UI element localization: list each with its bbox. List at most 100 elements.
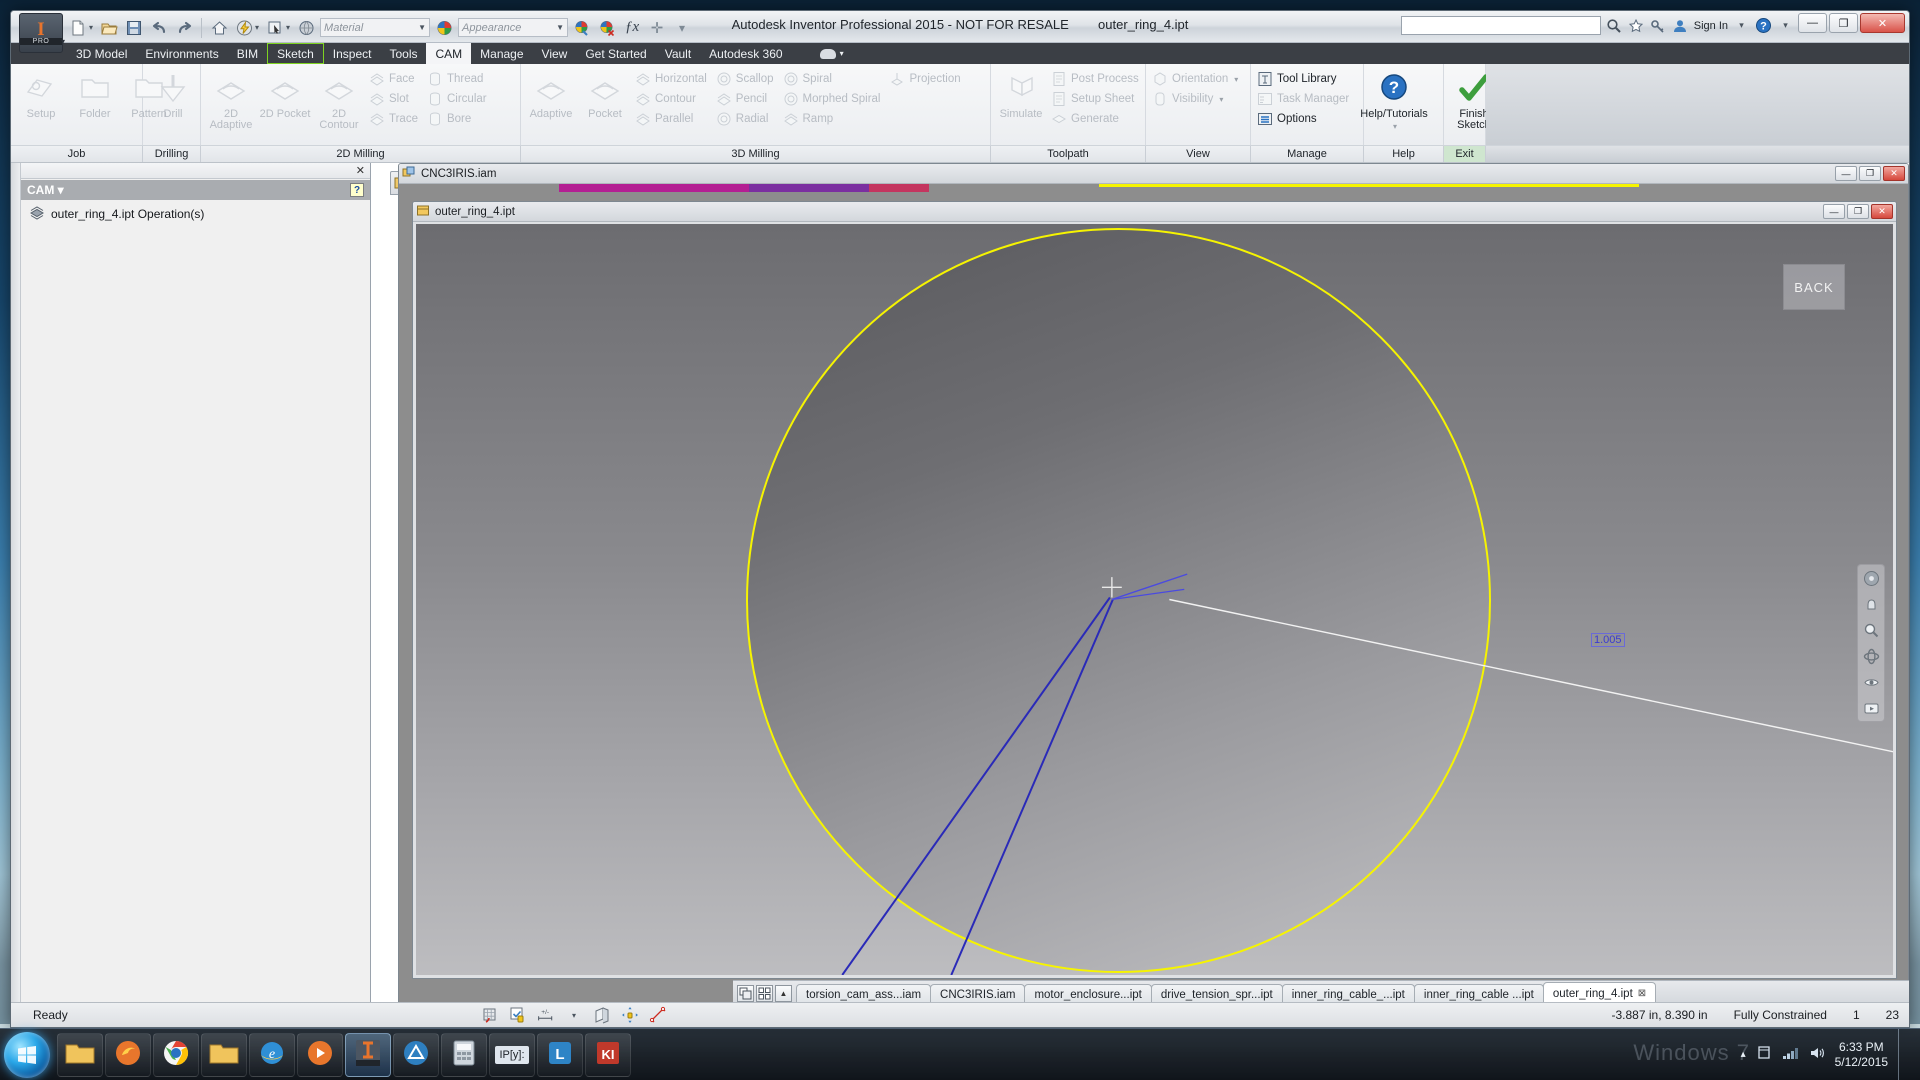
- star-icon[interactable]: [1628, 17, 1645, 34]
- ramp-button[interactable]: Ramp: [781, 109, 886, 129]
- document-tab-6[interactable]: outer_ring_4.ipt ⊠: [1542, 982, 1657, 1004]
- taskbar-media-player[interactable]: [297, 1032, 343, 1077]
- pan-icon[interactable]: [1861, 595, 1881, 613]
- spiral-button[interactable]: Spiral: [781, 69, 886, 89]
- action-center-icon[interactable]: [1756, 1045, 1772, 1064]
- morphed-spiral-button[interactable]: Morphed Spiral: [781, 89, 886, 109]
- drill-button[interactable]: Drill: [147, 67, 199, 120]
- signin-caret-icon[interactable]: ▾: [1733, 17, 1750, 34]
- thread-button[interactable]: Thread: [425, 69, 492, 89]
- ribbon-tab-autodesk-360[interactable]: Autodesk 360: [700, 43, 791, 64]
- pocket3d-button[interactable]: Pocket: [579, 67, 631, 120]
- task-manager-button[interactable]: Task Manager: [1255, 89, 1354, 109]
- setup-sheet-button[interactable]: Setup Sheet: [1049, 89, 1144, 109]
- dropdown-caret-icon[interactable]: ▾: [1393, 122, 1397, 131]
- taskbar-kicad[interactable]: KI: [585, 1032, 631, 1077]
- ribbon-tab-3d-model[interactable]: 3D Model: [67, 43, 136, 64]
- face-button[interactable]: Face: [367, 69, 423, 89]
- taskbar-calculator[interactable]: [441, 1032, 487, 1077]
- generate-button[interactable]: Generate: [1049, 109, 1144, 129]
- application-menu-caret-icon[interactable]: ▾: [61, 37, 65, 46]
- taskbar-explorer[interactable]: [201, 1032, 247, 1077]
- dimension-caret-icon[interactable]: ▾: [565, 1006, 583, 1024]
- ribbon-tab-environments[interactable]: Environments: [136, 43, 227, 64]
- ribbon-tab-tools[interactable]: Tools: [380, 43, 426, 64]
- document-tab-2[interactable]: motor_enclosure...ipt: [1024, 984, 1152, 1004]
- network-icon[interactable]: [1782, 1046, 1799, 1063]
- document-maximize-button[interactable]: ❐: [1859, 166, 1881, 181]
- ribbon-tab-bim[interactable]: BIM: [228, 43, 267, 64]
- degrees-freedom-icon[interactable]: [621, 1006, 639, 1024]
- document-tab-4[interactable]: inner_ring_cable_...ipt: [1281, 984, 1415, 1004]
- projection-button[interactable]: Projection: [887, 69, 965, 89]
- browser-drag-grip[interactable]: [11, 163, 21, 1004]
- document-window-outer-ring[interactable]: outer_ring_4.ipt — ❐ ✕ 1.005 BACK: [412, 201, 1897, 979]
- start-button[interactable]: [4, 1031, 50, 1078]
- dropdown-caret-icon[interactable]: ▾: [1219, 95, 1223, 104]
- pocket2d-button[interactable]: 2D Pocket: [259, 67, 311, 120]
- help-icon[interactable]: ?: [1755, 17, 1772, 34]
- ribbon-tab-get-started[interactable]: Get Started: [576, 43, 655, 64]
- search-icon[interactable]: [1606, 17, 1623, 34]
- show-desktop-button[interactable]: [1898, 1029, 1908, 1080]
- contour2d-button[interactable]: 2D Contour: [313, 67, 365, 131]
- taskbar-clock[interactable]: 6:33 PM 5/12/2015: [1835, 1040, 1888, 1070]
- tile-windows-icon[interactable]: [737, 985, 754, 1002]
- pencil-button[interactable]: Pencil: [714, 89, 779, 109]
- contour3d-button[interactable]: Contour: [633, 89, 712, 109]
- browser-help-badge[interactable]: ?: [350, 183, 364, 197]
- taskbar-firefox[interactable]: [105, 1032, 151, 1077]
- slot-button[interactable]: Slot: [367, 89, 423, 109]
- ribbon-tab-inspect[interactable]: Inspect: [324, 43, 381, 64]
- dropdown-caret-icon[interactable]: ▾: [1234, 75, 1238, 84]
- help-caret-icon[interactable]: ▾: [1777, 17, 1794, 34]
- list-item[interactable]: outer_ring_4.ipt Operation(s): [29, 205, 370, 223]
- browser-header[interactable]: CAM ▾ ?: [21, 180, 370, 200]
- tool-library-button[interactable]: Tool Library: [1255, 69, 1354, 89]
- document-close-button[interactable]: ✕: [1871, 204, 1893, 219]
- snap-grid-icon[interactable]: [481, 1006, 499, 1024]
- orbit-icon[interactable]: [1861, 647, 1881, 665]
- sign-in-button[interactable]: Sign In: [1694, 20, 1728, 32]
- look-at-icon[interactable]: [1861, 673, 1881, 691]
- close-button[interactable]: ✕: [1860, 13, 1905, 33]
- adaptive2d-button[interactable]: 2D Adaptive: [205, 67, 257, 131]
- document-tab-5[interactable]: inner_ring_cable ...ipt: [1413, 984, 1544, 1004]
- adaptive3d-button[interactable]: Adaptive: [525, 67, 577, 120]
- graphics-canvas[interactable]: 1.005 BACK: [416, 224, 1893, 975]
- measure-icon[interactable]: [649, 1006, 667, 1024]
- trace-button[interactable]: Trace: [367, 109, 423, 129]
- document-tab-0[interactable]: torsion_cam_ass...iam: [796, 984, 932, 1004]
- taskbar-inventor[interactable]: [345, 1032, 391, 1077]
- document-close-button[interactable]: ✕: [1883, 166, 1905, 181]
- maximize-button[interactable]: ❐: [1829, 13, 1858, 33]
- ribbon-tab-sketch[interactable]: Sketch: [267, 43, 324, 64]
- document-minimize-button[interactable]: —: [1823, 204, 1845, 219]
- browser-close-icon[interactable]: ✕: [356, 164, 365, 177]
- taskbar-python[interactable]: IP[y]:: [489, 1032, 535, 1077]
- taskbar-logitech[interactable]: L: [537, 1032, 583, 1077]
- bore-button[interactable]: Bore: [425, 109, 492, 129]
- folder-button[interactable]: Folder: [69, 67, 121, 120]
- document-tab-3[interactable]: drive_tension_spr...ipt: [1150, 984, 1283, 1004]
- tray-expand-icon[interactable]: ▴: [1741, 1049, 1746, 1060]
- dimension-icon[interactable]: +/-: [537, 1006, 555, 1024]
- arrange-icon[interactable]: [756, 985, 773, 1002]
- minimize-button[interactable]: —: [1798, 13, 1827, 33]
- setup-button[interactable]: Setup: [15, 67, 67, 120]
- ribbon-tab-manage[interactable]: Manage: [471, 43, 532, 64]
- show-motion-icon[interactable]: [1861, 699, 1881, 717]
- document-tab-1[interactable]: CNC3IRIS.iam: [930, 984, 1026, 1004]
- simulate-button[interactable]: Simulate: [995, 67, 1047, 120]
- circular-button[interactable]: Circular: [425, 89, 492, 109]
- scroll-up-icon[interactable]: ▲: [775, 985, 792, 1002]
- document-tab-close-icon[interactable]: ⊠: [1638, 988, 1646, 999]
- taskbar-folder[interactable]: [57, 1032, 103, 1077]
- key-icon[interactable]: [1650, 17, 1667, 34]
- search-input[interactable]: [1400, 16, 1601, 35]
- parallel-button[interactable]: Parallel: [633, 109, 712, 129]
- radial-button[interactable]: Radial: [714, 109, 779, 129]
- orientation-button[interactable]: Orientation ▾: [1150, 69, 1243, 89]
- slice-graphics-icon[interactable]: [593, 1006, 611, 1024]
- visibility-button[interactable]: Visibility ▾: [1150, 89, 1243, 109]
